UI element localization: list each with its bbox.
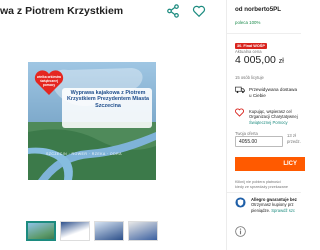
price-currency: zł bbox=[278, 58, 284, 65]
product-gallery: wa z Piotrem Krzystkiem wielka orkiestra… bbox=[0, 0, 226, 250]
offer-hint-line-2: przedz. bbox=[287, 139, 301, 144]
thumbnail-1[interactable] bbox=[26, 221, 56, 241]
truck-icon bbox=[235, 86, 245, 94]
thumbnail-4[interactable] bbox=[128, 221, 158, 241]
thumbnail-2[interactable] bbox=[60, 221, 90, 241]
hero-footer-text: SZCZECIN · ROWER · RZEKA · ODRA bbox=[46, 152, 122, 156]
wosp-logo-text: wielka orkiestra świątecznej pomocy bbox=[37, 75, 61, 87]
delivery-estimate: Przewidywana dostawa u Ciebie bbox=[249, 87, 297, 99]
bid-button[interactable]: LICY bbox=[235, 157, 305, 171]
favorite-heart-icon[interactable] bbox=[192, 4, 206, 18]
thumbnail-3[interactable] bbox=[94, 221, 124, 241]
hero-headline: Wyprawa kajakowa z Piotrem Krzystkiem Pr… bbox=[66, 90, 150, 109]
offer-hint: 13 zł przedz. bbox=[287, 133, 301, 145]
guarantee-line-3-text: pieniądze. bbox=[251, 207, 271, 213]
info-icon[interactable] bbox=[235, 226, 246, 237]
shield-icon bbox=[235, 197, 246, 208]
main-product-image[interactable]: wielka orkiestra świątecznej pomocy Wypr… bbox=[28, 62, 156, 180]
buy-panel: od norberto5PL poleca 100% 30. Finał WOŚ… bbox=[226, 0, 305, 250]
divider bbox=[227, 192, 301, 193]
charity-link[interactable]: Świątecznej Pomocy bbox=[249, 120, 298, 125]
bid-note: Kliknij nie pobiera płatności kiedy ze s… bbox=[235, 180, 301, 190]
title-actions bbox=[166, 4, 206, 18]
bid-note-line-2: kiedy ze sprzedaży przekazane bbox=[235, 185, 288, 189]
offer-input[interactable] bbox=[235, 136, 283, 147]
guarantee-info: Allegro gwarantuje bez Otrzymasz kupiony… bbox=[251, 197, 297, 213]
thumbnail-strip bbox=[26, 221, 158, 241]
seller-rating: poleca 100% bbox=[235, 20, 261, 25]
charity-info: Kupując, wspierasz cel Organizacji Chary… bbox=[249, 109, 298, 125]
heart-icon bbox=[235, 108, 244, 117]
guarantee-line-3: pieniądze. Sprawdź szc bbox=[251, 208, 297, 213]
product-title: wa z Piotrem Krzystkiem bbox=[0, 5, 124, 17]
seller-name[interactable]: od norberto5PL bbox=[235, 6, 281, 13]
share-icon[interactable] bbox=[166, 4, 180, 18]
current-price: 4 005,00 zł bbox=[235, 54, 284, 66]
bidders-count: 15 osób licytuje bbox=[235, 75, 264, 80]
guarantee-link[interactable]: Sprawdź szc bbox=[271, 208, 295, 213]
price-amount: 4 005,00 bbox=[235, 54, 276, 66]
divider bbox=[227, 33, 301, 34]
delivery-line-2: u Ciebie bbox=[249, 93, 266, 98]
